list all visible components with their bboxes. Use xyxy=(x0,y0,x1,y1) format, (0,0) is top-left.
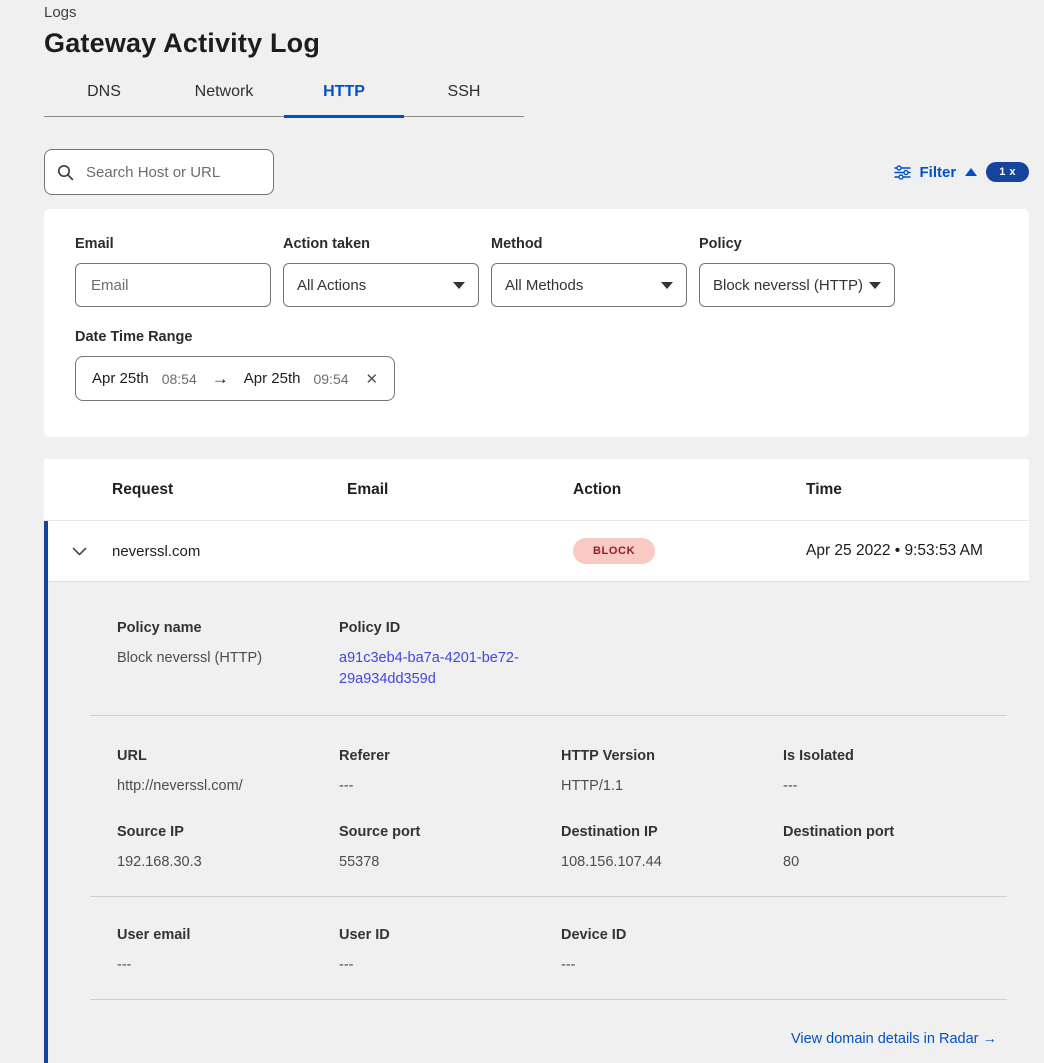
destination-ip-label: Destination IP xyxy=(561,824,783,840)
source-port-field: Source port 55378 xyxy=(339,824,561,873)
clear-date-range-icon[interactable]: ✕ xyxy=(366,370,379,388)
request-cell: neverssl.com xyxy=(112,543,347,560)
http-version-value: HTTP/1.1 xyxy=(561,776,783,797)
destination-ip-field: Destination IP 108.156.107.44 xyxy=(561,824,783,873)
method-value: All Methods xyxy=(505,277,583,294)
arrow-right-icon: → xyxy=(212,369,229,389)
search-box[interactable] xyxy=(44,149,274,195)
chevron-down-icon xyxy=(453,282,465,289)
http-version-label: HTTP Version xyxy=(561,748,783,764)
activity-table: Request Email Action Time neverssl.com B… xyxy=(44,459,1029,1063)
tab-ssh[interactable]: SSH xyxy=(404,75,524,116)
method-select[interactable]: All Methods xyxy=(491,263,687,307)
row-expand-chevron[interactable] xyxy=(48,547,112,556)
start-time: 08:54 xyxy=(162,371,197,387)
filter-count-badge[interactable]: 1 x xyxy=(986,162,1029,182)
is-isolated-value: --- xyxy=(783,776,1029,797)
source-port-value: 55378 xyxy=(339,852,561,873)
chevron-down-icon xyxy=(72,547,87,556)
destination-port-label: Destination port xyxy=(783,824,1029,840)
policy-label: Policy xyxy=(699,236,895,252)
filter-label: Filter xyxy=(920,164,957,181)
time-cell: Apr 25 2022 • 9:53:53 AM xyxy=(806,542,1029,560)
device-id-value: --- xyxy=(561,955,783,976)
end-date: Apr 25th xyxy=(244,370,301,387)
action-taken-label: Action taken xyxy=(283,236,479,252)
source-ip-field: Source IP 192.168.30.3 xyxy=(117,824,339,873)
is-isolated-field: Is Isolated --- xyxy=(783,748,1029,797)
user-id-field: User ID --- xyxy=(339,927,561,976)
policy-name-field: Policy name Block neverssl (HTTP) xyxy=(117,620,339,690)
expanded-row-wrapper: neverssl.com BLOCK Apr 25 2022 • 9:53:53… xyxy=(44,521,1029,1063)
filter-panel: Email Action taken All Actions Method Al… xyxy=(44,209,1029,437)
page-title: Gateway Activity Log xyxy=(44,28,1044,59)
breadcrumb: Logs xyxy=(44,4,1044,21)
policy-field: Policy Block neverssl (HTTP) xyxy=(699,236,895,307)
chevron-down-icon xyxy=(869,282,881,289)
is-isolated-label: Is Isolated xyxy=(783,748,1029,764)
referer-value: --- xyxy=(339,776,561,797)
method-label: Method xyxy=(491,236,687,252)
source-port-label: Source port xyxy=(339,824,561,840)
end-time: 09:54 xyxy=(313,371,348,387)
table-header: Request Email Action Time xyxy=(44,459,1029,521)
action-taken-field: Action taken All Actions xyxy=(283,236,479,307)
user-email-field: User email --- xyxy=(117,927,339,976)
destination-ip-value: 108.156.107.44 xyxy=(561,852,783,873)
status-badge: BLOCK xyxy=(573,538,655,564)
referer-field: Referer --- xyxy=(339,748,561,797)
filter-button[interactable]: Filter 1 x xyxy=(894,162,1029,182)
chevron-down-icon xyxy=(661,282,673,289)
policy-value: Block neverssl (HTTP) xyxy=(713,277,863,294)
row-details: Policy name Block neverssl (HTTP) Policy… xyxy=(48,582,1029,1063)
user-email-label: User email xyxy=(117,927,339,943)
policy-name-label: Policy name xyxy=(117,620,339,636)
toolbar: Filter 1 x xyxy=(44,149,1029,195)
column-email: Email xyxy=(347,481,573,499)
url-label: URL xyxy=(117,748,339,764)
user-id-value: --- xyxy=(339,955,561,976)
method-field: Method All Methods xyxy=(491,236,687,307)
policy-name-value: Block neverssl (HTTP) xyxy=(117,648,339,669)
email-filter-label: Email xyxy=(75,236,271,252)
search-input[interactable] xyxy=(84,163,261,182)
radar-link[interactable]: View domain details in Radar → xyxy=(791,1031,997,1047)
referer-label: Referer xyxy=(339,748,561,764)
column-action: Action xyxy=(573,481,806,499)
http-version-field: HTTP Version HTTP/1.1 xyxy=(561,748,783,797)
destination-port-field: Destination port 80 xyxy=(783,824,1029,873)
action-taken-select[interactable]: All Actions xyxy=(283,263,479,307)
tab-http[interactable]: HTTP xyxy=(284,75,404,116)
email-filter-field: Email xyxy=(75,236,271,307)
filter-sliders-icon xyxy=(894,165,911,180)
policy-id-label: Policy ID xyxy=(339,620,561,636)
caret-up-icon xyxy=(965,168,977,176)
user-email-value: --- xyxy=(117,955,339,976)
table-row[interactable]: neverssl.com BLOCK Apr 25 2022 • 9:53:53… xyxy=(48,521,1029,582)
column-time: Time xyxy=(806,481,1029,499)
url-value: http://neverssl.com/ xyxy=(117,776,339,797)
policy-id-link[interactable]: a91c3eb4-ba7a-4201-be72-29a934dd359d xyxy=(339,648,524,690)
action-taken-value: All Actions xyxy=(297,277,366,294)
user-id-label: User ID xyxy=(339,927,561,943)
tab-network[interactable]: Network xyxy=(164,75,284,116)
column-request: Request xyxy=(112,481,347,499)
tab-dns[interactable]: DNS xyxy=(44,75,164,116)
policy-id-field: Policy ID a91c3eb4-ba7a-4201-be72-29a934… xyxy=(339,620,561,690)
source-ip-label: Source IP xyxy=(117,824,339,840)
url-field: URL http://neverssl.com/ xyxy=(117,748,339,797)
search-icon xyxy=(57,164,74,181)
destination-port-value: 80 xyxy=(783,852,1029,873)
email-filter-input[interactable] xyxy=(89,276,257,295)
start-date: Apr 25th xyxy=(92,370,149,387)
policy-select[interactable]: Block neverssl (HTTP) xyxy=(699,263,895,307)
source-ip-value: 192.168.30.3 xyxy=(117,852,339,873)
action-cell: BLOCK xyxy=(573,538,806,564)
tab-bar: DNS Network HTTP SSH xyxy=(44,75,524,117)
device-id-field: Device ID --- xyxy=(561,927,783,976)
device-id-label: Device ID xyxy=(561,927,783,943)
date-range-picker[interactable]: Apr 25th 08:54 → Apr 25th 09:54 ✕ xyxy=(75,356,395,401)
date-range-label: Date Time Range xyxy=(75,329,999,345)
